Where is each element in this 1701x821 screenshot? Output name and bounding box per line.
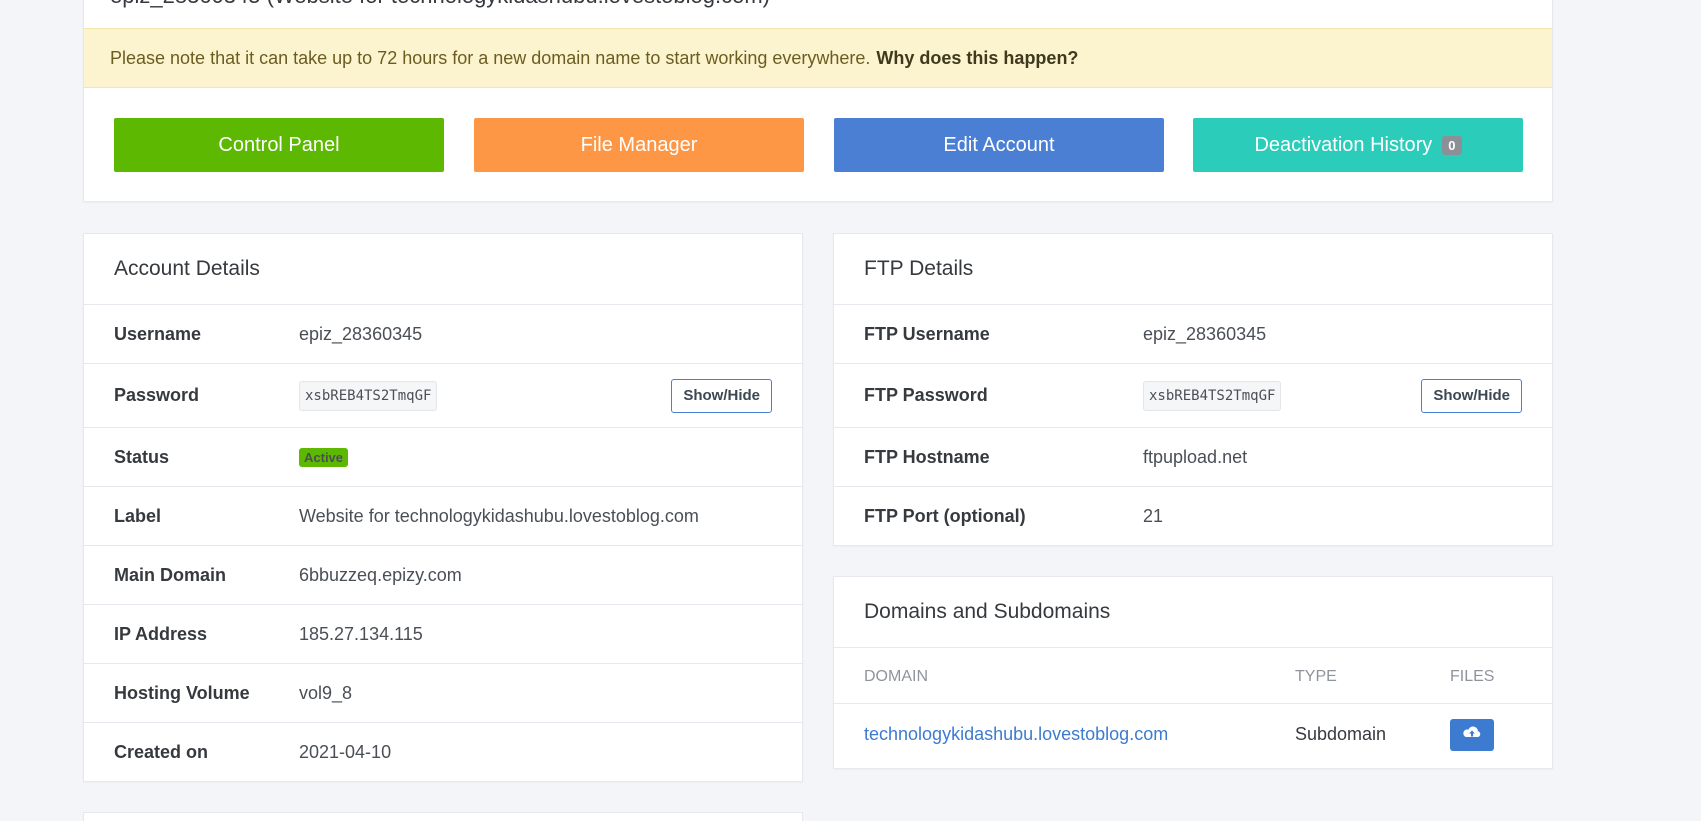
- file-manager-button[interactable]: File Manager: [474, 118, 804, 172]
- main-domain-label: Main Domain: [114, 564, 227, 585]
- main-domain-value: 6bbuzzeq.epizy.com: [299, 564, 462, 585]
- ftp-username-value: epiz_28360345: [1143, 323, 1267, 344]
- ftp-hostname-label: FTP Hostname: [864, 446, 990, 467]
- username-value: epiz_28360345: [299, 323, 423, 344]
- cloud-upload-icon: [1462, 725, 1482, 746]
- ftp-port-row: FTP Port (optional) 21: [834, 487, 1552, 546]
- notice-text: Please note that it can take up to 72 ho…: [110, 47, 871, 68]
- domains-table-header: DOMAIN TYPE FILES: [834, 648, 1552, 704]
- username-label: Username: [114, 323, 202, 344]
- column-header-domain: DOMAIN: [864, 668, 928, 685]
- password-label: Password: [114, 385, 200, 405]
- hosting-volume-row: Hosting Volume vol9_8: [84, 664, 802, 723]
- ftp-username-label: FTP Username: [864, 323, 990, 344]
- control-panel-label: Control Panel: [218, 133, 340, 156]
- ip-address-row: IP Address 185.27.134.115: [84, 605, 802, 664]
- main-domain-row: Main Domain 6bbuzzeq.epizy.com: [84, 546, 802, 605]
- edit-account-button[interactable]: Edit Account: [834, 118, 1164, 172]
- domain-link[interactable]: technologykidashubu.lovestoblog.com: [864, 724, 1168, 745]
- dns-notice: Please note that it can take up to 72 ho…: [84, 28, 1552, 88]
- files-upload-button[interactable]: [1450, 719, 1494, 751]
- deactivation-history-label: Deactivation History: [1254, 133, 1433, 156]
- ftp-password-value: xsbREB4TS2TmqGF: [1143, 380, 1282, 411]
- ip-address-value: 185.27.134.115: [299, 623, 423, 644]
- edit-account-label: Edit Account: [943, 133, 1055, 156]
- ftp-username-row: FTP Username epiz_28360345: [834, 305, 1552, 364]
- next-card: [83, 812, 803, 821]
- account-details-card: Account Details Username epiz_28360345 P…: [83, 233, 803, 782]
- status-label: Status: [114, 446, 170, 467]
- password-show-hide-button[interactable]: Show/Hide: [671, 378, 772, 413]
- file-manager-label: File Manager: [580, 133, 698, 156]
- deactivation-count-badge: 0: [1442, 135, 1462, 155]
- status-badge: Active: [299, 447, 349, 467]
- hosting-volume-label: Hosting Volume: [114, 682, 250, 703]
- ftp-port-value: 21: [1143, 506, 1164, 526]
- domains-card: Domains and Subdomains DOMAIN TYPE FILES…: [833, 576, 1553, 769]
- created-on-row: Created on 2021-04-10: [84, 723, 802, 782]
- ftp-port-label: FTP Port (optional): [864, 506, 1026, 526]
- ftp-hostname-value: ftpupload.net: [1143, 446, 1248, 467]
- domain-type: Subdomain: [1295, 724, 1387, 744]
- label-label: Label: [114, 505, 162, 526]
- account-details-title: Account Details: [84, 234, 802, 305]
- password-value: xsbREB4TS2TmqGF: [299, 380, 438, 411]
- column-header-files: FILES: [1450, 668, 1495, 685]
- hosting-volume-value: vol9_8: [299, 682, 353, 703]
- page-title: epiz_28360345 (Website for technologykid…: [110, 0, 770, 9]
- ftp-password-row: FTP Password xsbREB4TS2TmqGF Show/Hide: [834, 364, 1552, 428]
- notice-link[interactable]: Why does this happen?: [876, 48, 1078, 69]
- action-buttons: Control Panel File Manager Edit Account …: [114, 118, 1524, 173]
- control-panel-button[interactable]: Control Panel: [114, 118, 444, 172]
- ftp-password-show-hide-button[interactable]: Show/Hide: [1421, 378, 1522, 413]
- table-row: technologykidashubu.lovestoblog.com Subd…: [834, 704, 1552, 768]
- ftp-details-title: FTP Details: [834, 234, 1552, 305]
- ftp-details-card: FTP Details FTP Username epiz_28360345 F…: [833, 233, 1553, 546]
- status-row: Status Active: [84, 428, 802, 487]
- username-row: Username epiz_28360345: [84, 305, 802, 364]
- deactivation-history-button[interactable]: Deactivation History 0: [1193, 118, 1523, 172]
- ip-address-label: IP Address: [114, 623, 208, 644]
- label-value: Website for technologykidashubu.lovestob…: [299, 505, 699, 526]
- column-header-type: TYPE: [1295, 668, 1337, 685]
- domains-title: Domains and Subdomains: [834, 577, 1552, 648]
- ftp-hostname-row: FTP Hostname ftpupload.net: [834, 428, 1552, 487]
- created-on-label: Created on: [114, 742, 209, 762]
- label-row: Label Website for technologykidashubu.lo…: [84, 487, 802, 546]
- ftp-password-label: FTP Password: [864, 385, 988, 405]
- created-on-value: 2021-04-10: [299, 742, 392, 762]
- account-summary-card: epiz_28360345 (Website for technologykid…: [83, 0, 1553, 202]
- password-row: Password xsbREB4TS2TmqGF Show/Hide: [84, 364, 802, 428]
